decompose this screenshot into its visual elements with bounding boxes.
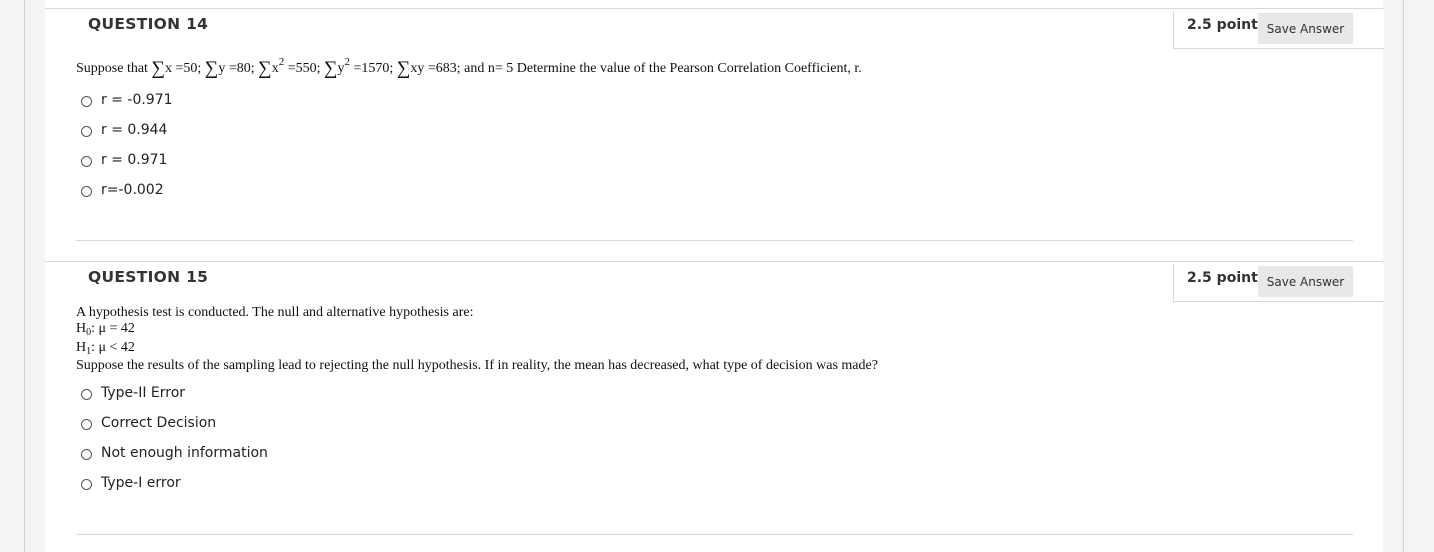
option-label: r=-0.002 (101, 182, 164, 198)
var-xy: xy (410, 61, 425, 76)
option-label: Type-I error (101, 475, 181, 491)
question-15-prompt-line-4: Suppose the results of the sampling lead… (76, 358, 878, 373)
question-15-null-hypothesis: H0: μ = 42 (76, 321, 135, 338)
var-y: y (337, 61, 345, 76)
question-15-alternative-hypothesis: H1: μ < 42 (76, 340, 135, 357)
question-14-points-box: 2.5 points Save Answer (1173, 11, 1384, 49)
option-label: r = 0.944 (101, 122, 168, 138)
sigma-symbol: ∑ (396, 58, 411, 79)
question-15-title: QUESTION 15 (88, 268, 209, 286)
option-label: r = 0.971 (101, 152, 168, 168)
radio-button[interactable] (81, 479, 92, 490)
sigma-symbol: ∑ (151, 58, 165, 79)
prompt-text: =683; and n= 5 Determine the value of th… (424, 61, 862, 76)
radio-button[interactable] (81, 96, 92, 107)
question-15-save-answer-button[interactable]: Save Answer (1258, 266, 1353, 297)
question-14-points: 2.5 points (1187, 17, 1267, 33)
question-14-save-answer-button[interactable]: Save Answer (1258, 13, 1353, 44)
page-border-left (24, 0, 25, 552)
question-14-title: QUESTION 14 (88, 15, 209, 33)
radio-button[interactable] (81, 126, 92, 137)
radio-button[interactable] (81, 419, 92, 430)
prompt-text: Suppose that (76, 61, 152, 76)
prompt-text: =550; (284, 61, 324, 76)
question-14-prompt: Suppose that ∑x =50; ∑y =80; ∑x2 =550; ∑… (76, 56, 862, 80)
page-border-right (1403, 0, 1404, 552)
alternative-hypothesis-text: : μ < 42 (91, 340, 135, 355)
assessment-content: QUESTION 14 2.5 points Save Answer Suppo… (45, 0, 1384, 552)
null-hypothesis-text: : μ = 42 (91, 321, 135, 336)
question-15-points: 2.5 points (1187, 270, 1267, 286)
hypothesis-h: H (76, 340, 87, 355)
radio-button[interactable] (81, 389, 92, 400)
question-14-separator (76, 240, 1353, 241)
radio-button[interactable] (81, 449, 92, 460)
option-label: Correct Decision (101, 415, 217, 431)
question-15-prompt-line-1: A hypothesis test is conducted. The null… (76, 305, 474, 320)
prompt-text: =80; (225, 61, 259, 76)
radio-button[interactable] (81, 156, 92, 167)
option-label: Type-II Error (101, 385, 186, 401)
option-label: Not enough information (101, 445, 268, 461)
question-15-top-border (45, 261, 1383, 262)
option-label: r = -0.971 (101, 92, 173, 108)
sigma-symbol: ∑ (204, 58, 219, 79)
question-15-separator (76, 534, 1353, 535)
question-14-top-border (45, 8, 1383, 9)
sigma-symbol: ∑ (258, 58, 272, 79)
hypothesis-h: H (76, 321, 87, 336)
radio-button[interactable] (81, 186, 92, 197)
prompt-text: =1570; (350, 61, 397, 76)
sigma-symbol: ∑ (323, 58, 338, 79)
var-x: x (271, 61, 279, 76)
question-15-points-box: 2.5 points Save Answer (1173, 264, 1384, 302)
prompt-text: =50; (172, 61, 205, 76)
var-x: x (165, 61, 172, 76)
